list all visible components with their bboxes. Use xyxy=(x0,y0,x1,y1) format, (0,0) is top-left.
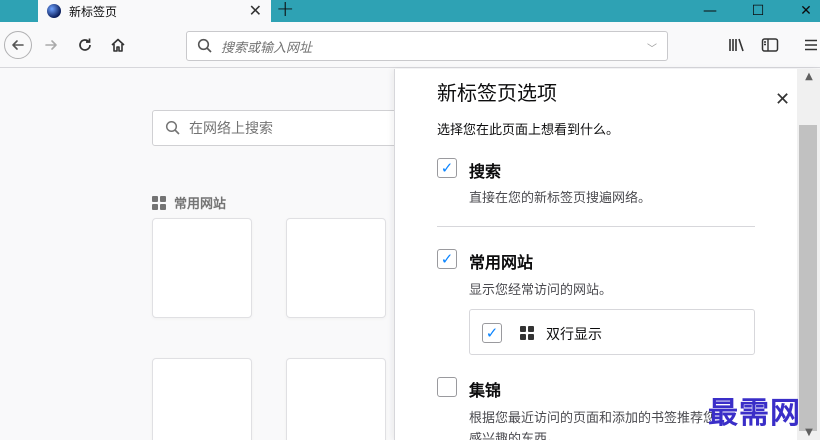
globe-icon xyxy=(47,4,61,18)
reload-button[interactable] xyxy=(71,32,99,58)
search-option-description: 直接在您的新标签页搜遍网络。 xyxy=(469,191,652,206)
two-rows-label: 双行显示 xyxy=(546,327,602,343)
highlights-option-description-line2: 感兴趣的东西。 xyxy=(469,432,561,440)
close-window-button[interactable]: ✕ xyxy=(786,0,820,22)
topsites-option-description: 显示您经常访问的网站。 xyxy=(469,283,613,298)
back-button[interactable] xyxy=(4,31,32,59)
menu-button[interactable] xyxy=(797,32,820,58)
new-tab-icon[interactable]: + xyxy=(276,0,294,22)
reload-icon xyxy=(79,38,91,51)
arrow-right-icon xyxy=(45,40,57,50)
search-option-label: 搜索 xyxy=(469,162,502,181)
forward-button[interactable] xyxy=(37,32,65,58)
tab-close-icon[interactable]: ✕ xyxy=(249,2,262,20)
highlights-option-description: 根据您最近访问的页面和添加的书签推荐您 xyxy=(469,411,717,426)
topsites-rows-option: ✓ 双行显示 xyxy=(469,309,755,355)
grid-icon xyxy=(152,195,166,210)
topsite-tile[interactable] xyxy=(286,218,386,318)
highlights-option-label: 集锦 xyxy=(469,381,502,400)
tab-bar: 新标签页 ✕ + — ☐ ✕ xyxy=(0,0,820,22)
arrow-left-icon xyxy=(12,40,24,50)
chevron-down-icon[interactable]: ﹀ xyxy=(647,40,657,55)
url-placeholder: 搜索或输入网址 xyxy=(221,40,313,56)
sidebar-button[interactable] xyxy=(756,32,784,58)
close-icon[interactable]: ✕ xyxy=(775,89,790,110)
tab-new-tab[interactable]: 新标签页 ✕ xyxy=(38,0,271,22)
nav-toolbar: 搜索或输入网址 ﹀ xyxy=(0,22,820,68)
panel-description: 选择您在此页面上想看到什么。 xyxy=(437,123,620,138)
topsite-tile[interactable] xyxy=(152,358,252,440)
watermark: 最需网 xyxy=(708,396,801,431)
library-button[interactable] xyxy=(723,32,751,58)
topsites-option-label: 常用网站 xyxy=(469,253,534,272)
two-rows-checkbox[interactable]: ✓ xyxy=(482,323,502,343)
library-icon xyxy=(729,38,744,52)
home-icon xyxy=(111,38,125,52)
maximize-button[interactable]: ☐ xyxy=(738,0,778,22)
panel-title: 新标签页选项 xyxy=(437,81,557,105)
scrollbar-thumb[interactable] xyxy=(799,125,817,431)
search-icon xyxy=(197,38,212,53)
home-button[interactable] xyxy=(104,32,132,58)
customize-panel: 新标签页选项 ✕ 选择您在此页面上想看到什么。 ✓ 搜索 直接在您的新标签页搜遍… xyxy=(394,69,820,440)
minimize-button[interactable]: — xyxy=(690,0,730,22)
topsite-tile[interactable] xyxy=(286,358,386,440)
tab-title: 新标签页 xyxy=(69,4,118,19)
divider xyxy=(437,226,755,227)
topsites-label: 常用网站 xyxy=(174,197,227,212)
hamburger-icon xyxy=(805,39,817,51)
scroll-up-icon[interactable]: ▲ xyxy=(797,71,820,82)
search-icon xyxy=(165,120,180,135)
url-bar[interactable]: 搜索或输入网址 ﹀ xyxy=(186,31,668,61)
sidebar-icon xyxy=(761,38,779,52)
topsites-heading: 常用网站 xyxy=(152,193,226,212)
grid-icon xyxy=(520,326,534,340)
topsite-tile[interactable] xyxy=(152,218,252,318)
web-search-placeholder: 在网络上搜索 xyxy=(189,121,273,137)
search-checkbox[interactable]: ✓ xyxy=(437,158,457,178)
topsites-checkbox[interactable]: ✓ xyxy=(437,249,457,269)
highlights-checkbox[interactable] xyxy=(437,377,457,397)
web-search-box[interactable]: 在网络上搜索 xyxy=(152,110,412,146)
